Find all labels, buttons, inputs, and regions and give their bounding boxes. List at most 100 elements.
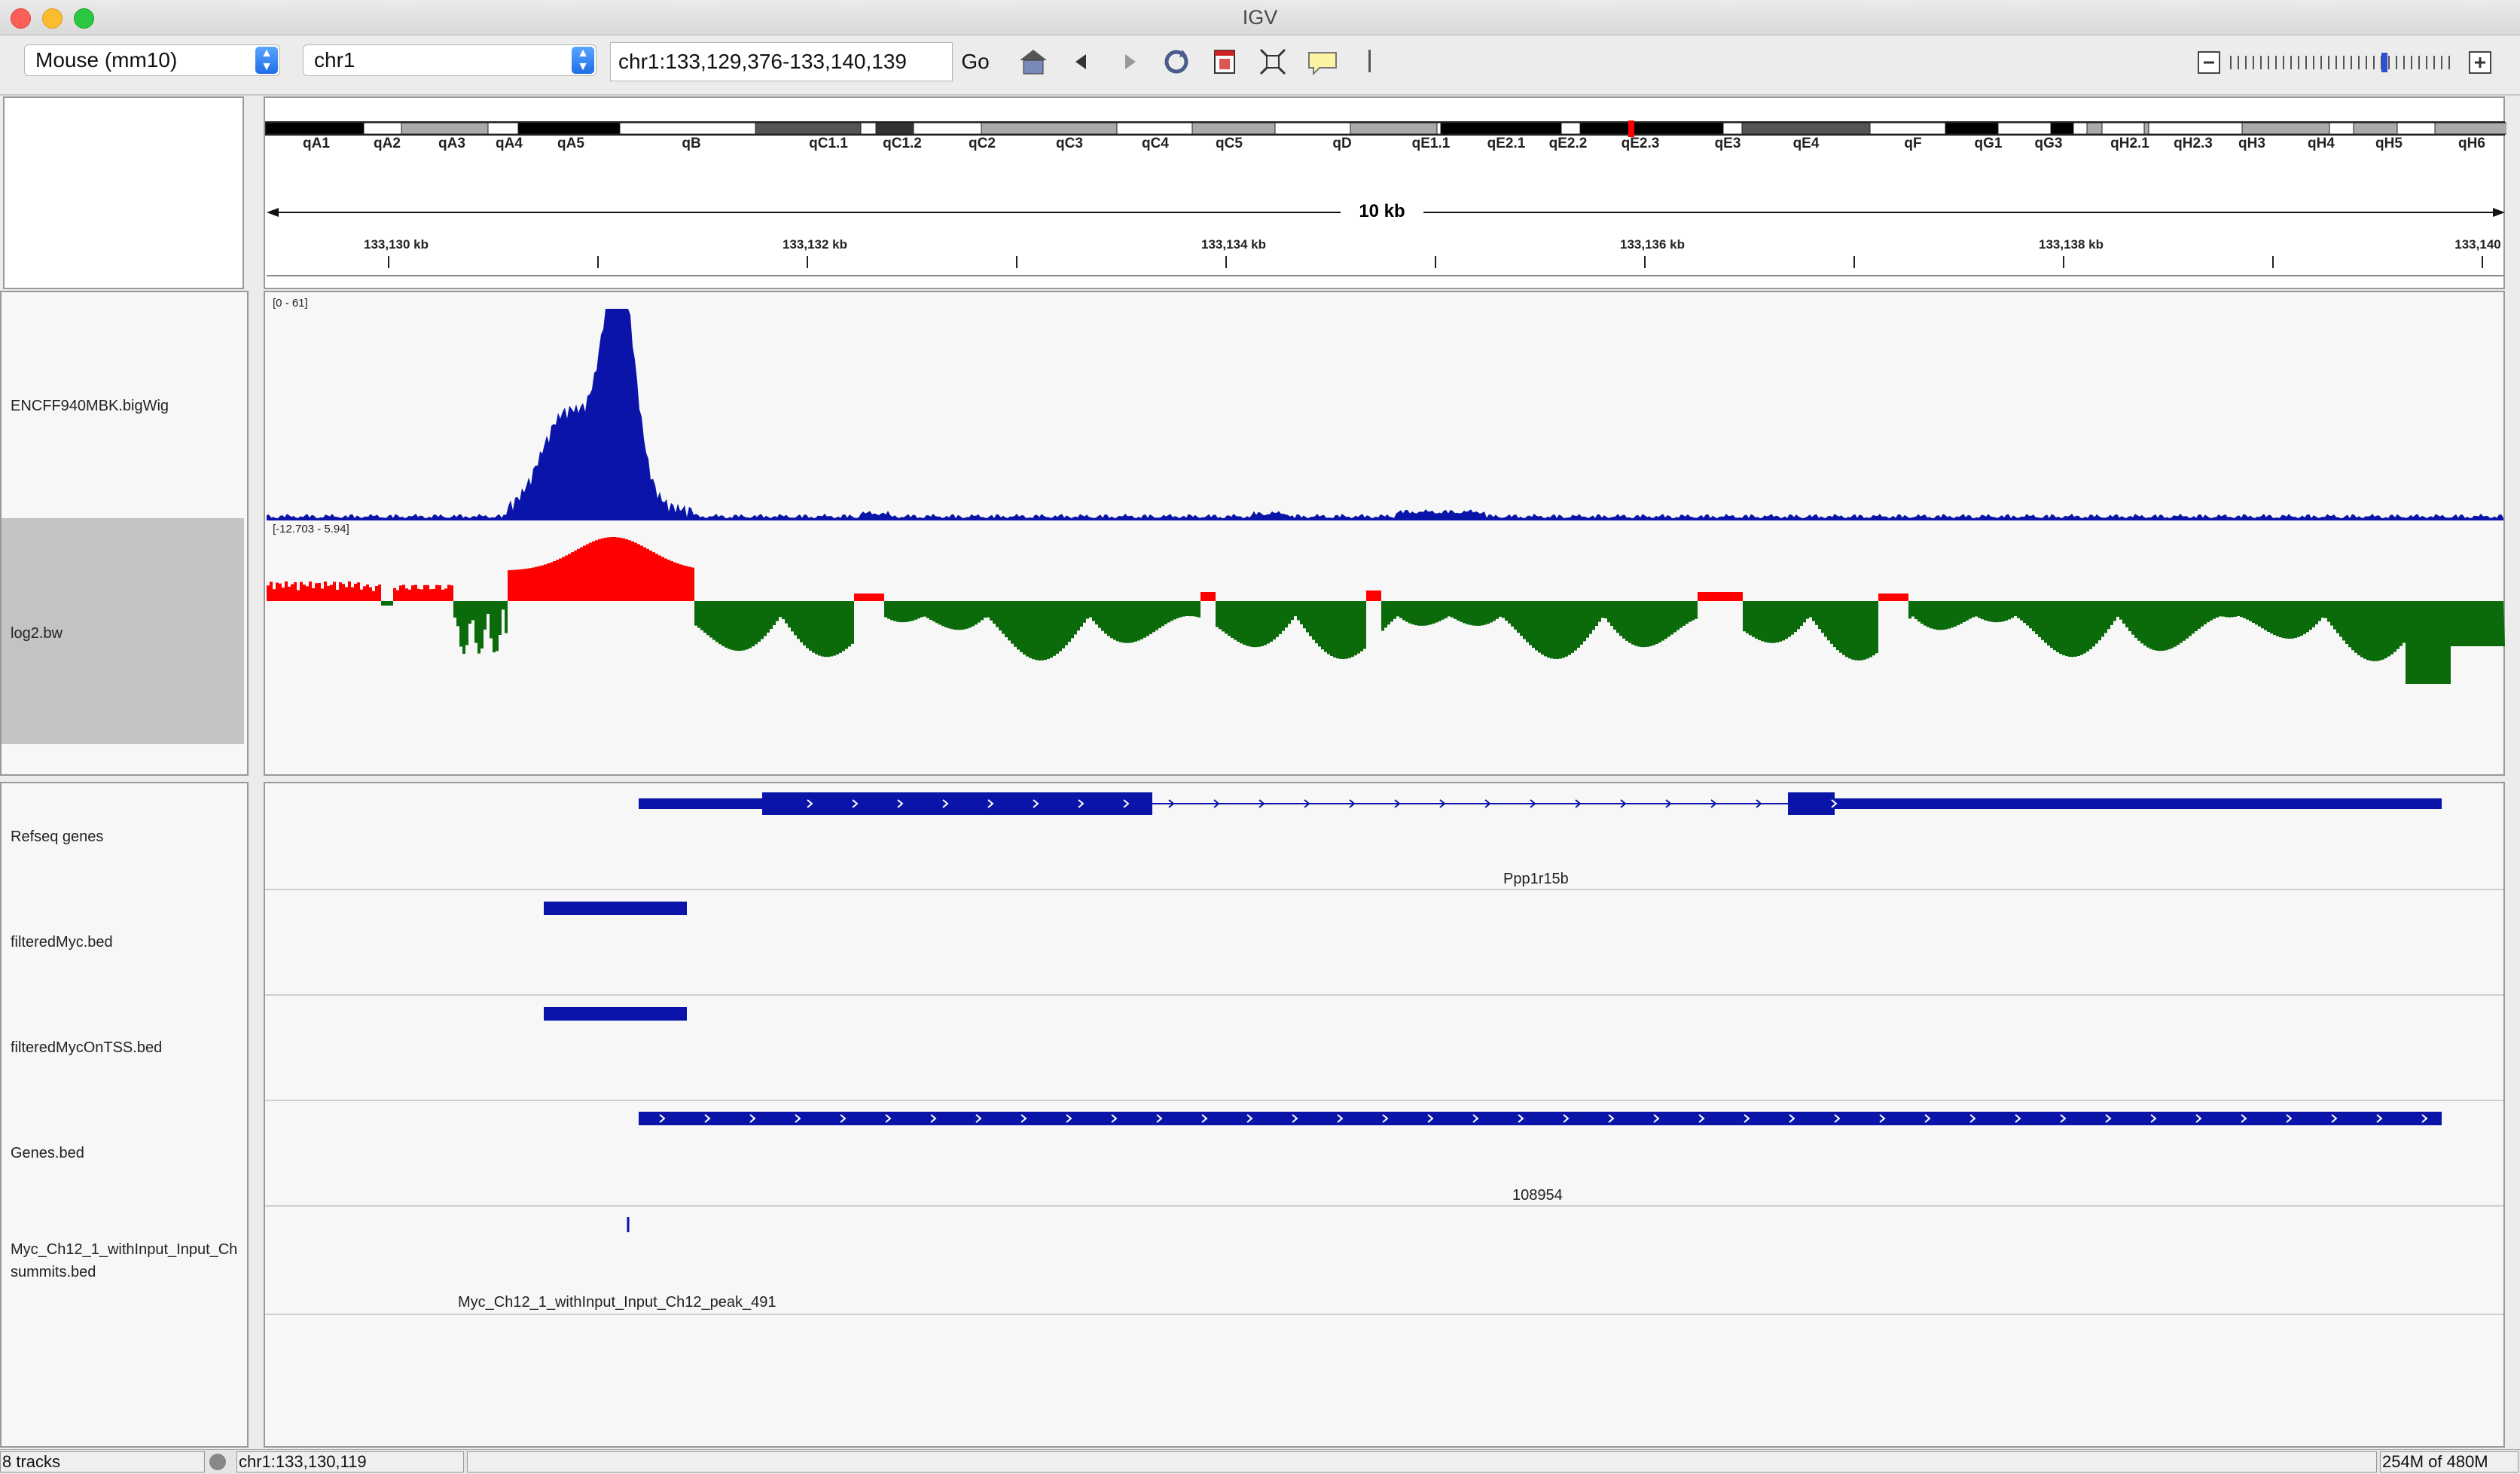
- cytoband: [2434, 122, 2506, 135]
- cytoband-label: qE3: [1714, 136, 1741, 151]
- cytoband: [401, 122, 489, 135]
- ruler-tick-label: 133,130 kb: [363, 237, 429, 252]
- summit-label: Myc_Ch12_1_withInput_Input_Ch12_peak_491: [458, 1294, 776, 1311]
- roi-icon[interactable]: [1368, 50, 1371, 72]
- cytoband-label: qC2: [969, 136, 996, 151]
- ruler-tick-label: 133,136 kb: [1619, 237, 1686, 252]
- cytoband-label: qA3: [438, 136, 465, 151]
- cytoband: [1191, 122, 1276, 135]
- cytoband-label: qC1.2: [883, 136, 922, 151]
- cytoband-label: qH4: [2308, 136, 2335, 151]
- cytoband: [363, 122, 402, 135]
- cytoband: [2148, 122, 2243, 135]
- cytoband-label: qC3: [1056, 136, 1083, 151]
- cytoband: [1436, 122, 1442, 135]
- window-title: IGV: [1242, 6, 1278, 29]
- track-name-refseq[interactable]: Refseq genes: [11, 829, 103, 846]
- genome-select-value: Mouse (mm10): [35, 48, 178, 72]
- filtered-myc-tss-feature: [544, 1007, 687, 1021]
- track-name-genes-bed[interactable]: Genes.bed: [11, 1145, 84, 1162]
- cytoband-label: qE1.1: [1411, 136, 1451, 151]
- track-name-summits[interactable]: Myc_Ch12_1_withInput_Input_Ch: [11, 1241, 244, 1259]
- go-button[interactable]: Go: [956, 45, 994, 78]
- cytoband-label: qH2.3: [2174, 136, 2213, 151]
- cytoband-label: qA4: [496, 136, 523, 151]
- chevron-updown-icon: ▲ ▼: [255, 47, 278, 74]
- chromosome-ideogram[interactable]: [265, 98, 2506, 291]
- popup-info-icon[interactable]: [1306, 45, 1339, 78]
- cytoband: [875, 122, 914, 135]
- cytoband-label: qH3: [2238, 136, 2265, 151]
- bigwig-signal: [267, 309, 2503, 520]
- track-name-summits-line2[interactable]: summits.bed: [11, 1264, 96, 1281]
- cytoband: [2143, 122, 2149, 135]
- feature-panel: [264, 782, 2505, 1448]
- current-region-marker: [1628, 121, 1634, 137]
- genes-bed-label: 108954: [1512, 1187, 1563, 1204]
- ruler-tick-label: 133,138 kb: [2038, 237, 2104, 252]
- log2-range: [-12.703 - 5.94]: [273, 523, 349, 536]
- track-name-filtered-myc[interactable]: filteredMyc.bed: [11, 934, 113, 951]
- cytoband-label: qF: [1904, 136, 1922, 151]
- memory-usage: 254M of 480M: [2380, 1451, 2518, 1472]
- chromosome-select[interactable]: chr1 ▲ ▼: [303, 44, 596, 76]
- cytoband: [1741, 122, 1871, 135]
- cytoband: [981, 122, 1118, 135]
- cytoband: [265, 122, 365, 135]
- ruler-ticks: 133,130 kb 133,132 kb 133,134 kb 133,136 kb…: [265, 237, 2503, 254]
- cytoband: [2329, 122, 2354, 135]
- cytoband: [2396, 122, 2436, 135]
- cytoband: [1350, 122, 1438, 135]
- locus-input[interactable]: chr1:133,129,376-133,140,139: [610, 42, 953, 81]
- refresh-icon[interactable]: [1160, 45, 1193, 78]
- cytoband: [1997, 122, 2052, 135]
- zoom-thumb: [2381, 53, 2387, 72]
- resize-to-window-icon[interactable]: [1256, 45, 1289, 78]
- genome-select[interactable]: Mouse (mm10) ▲ ▼: [24, 44, 280, 76]
- cytoband: [913, 122, 982, 135]
- genes-bed-feature: [639, 1112, 2442, 1125]
- cytoband: [1116, 122, 1193, 135]
- cytoband-label: qE4: [1792, 136, 1820, 151]
- cytoband-label: qD: [1332, 136, 1352, 151]
- zoom-slider[interactable]: [2198, 47, 2491, 78]
- track-name-log2[interactable]: log2.bw: [11, 625, 63, 642]
- cytoband-label: qH5: [2375, 136, 2403, 151]
- log2-positive-signal: [267, 537, 2505, 601]
- cytoband-label: qE2.2: [1548, 136, 1588, 151]
- back-icon[interactable]: [1065, 45, 1098, 78]
- home-icon[interactable]: [1017, 45, 1050, 78]
- refseq-gene-label: Ppp1r15b: [1503, 871, 1569, 887]
- track-count: 8 tracks: [0, 1451, 205, 1472]
- cytoband-label: qC4: [1142, 136, 1169, 151]
- cytoband: [619, 122, 756, 135]
- cytoband: [1869, 122, 1946, 135]
- chevron-updown-icon: ▲ ▼: [572, 47, 594, 74]
- cytoband: [2050, 122, 2074, 135]
- chromosome-select-value: chr1: [314, 48, 355, 72]
- ruler-span-label: 10 kb: [1341, 201, 1423, 222]
- cytoband: [1561, 122, 1581, 135]
- forward-icon[interactable]: [1113, 45, 1146, 78]
- cytoband-label: qA5: [557, 136, 584, 151]
- track-name-filtered-myc-tss[interactable]: filteredMycOnTSS.bed: [11, 1039, 162, 1057]
- cytoband: [1579, 122, 1724, 135]
- data-panel: [264, 291, 2505, 776]
- filtered-myc-feature: [544, 902, 687, 915]
- cytoband: [2101, 122, 2145, 135]
- cytoband: [2086, 122, 2103, 135]
- ruler-panel: [264, 96, 2506, 291]
- name-panel-header: [3, 96, 244, 289]
- cursor-position: chr1:133,130,119: [236, 1451, 464, 1472]
- feature-tracks[interactable]: [265, 783, 2506, 1449]
- coverage-plot: [267, 309, 2505, 684]
- cytoband: [2073, 122, 2088, 135]
- cytoband-label: qB: [682, 136, 701, 151]
- track-name-bigwig[interactable]: ENCFF940MBK.bigWig: [11, 398, 169, 415]
- region-navigator-icon[interactable]: [1208, 45, 1241, 78]
- cytoband: [2353, 122, 2398, 135]
- cytoband: [860, 122, 877, 135]
- cytoband: [1274, 122, 1351, 135]
- bigwig-range: [0 - 61]: [273, 297, 308, 310]
- cytoband: [487, 122, 519, 135]
